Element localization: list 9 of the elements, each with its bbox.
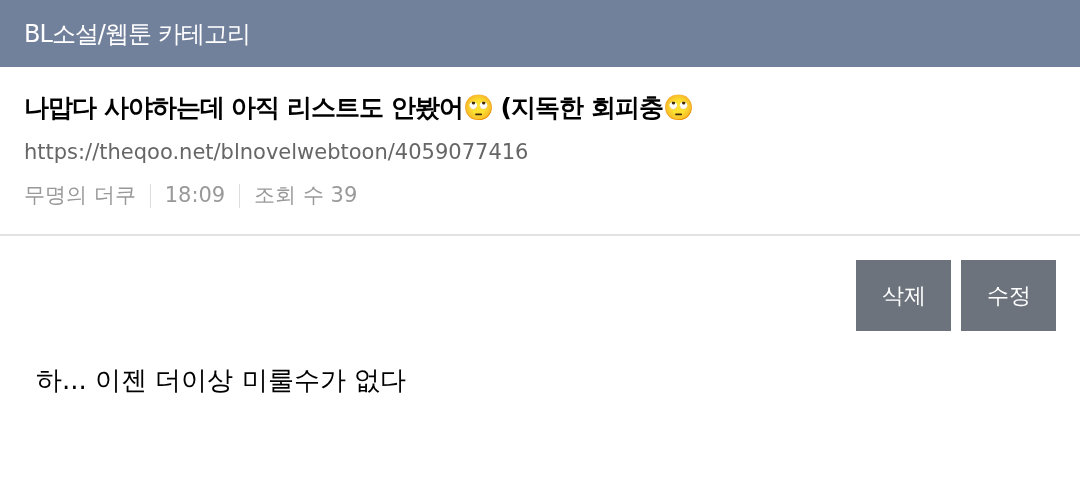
post-url[interactable]: https://theqoo.net/blnovelwebtoon/4059077416 bbox=[24, 136, 1056, 168]
action-button[interactable]: 수정 bbox=[961, 259, 1056, 331]
meta-text: 무명의 더쿠 bbox=[24, 182, 136, 209]
meta-text: 18:09 bbox=[164, 182, 226, 209]
action-button[interactable]: 삭제 bbox=[856, 259, 951, 331]
post-body: 하... 이젠 더이상 미룰수가 없다 bbox=[36, 363, 407, 397]
post-title: 나맙다 사야하는데 아직 리스트도 안봤어🙄 (지독한 회피충🙄 bbox=[24, 92, 694, 124]
meta-text: 조회 수 39 bbox=[254, 182, 358, 209]
category-title: BL소설/웹툰 카테고리 bbox=[24, 18, 250, 50]
